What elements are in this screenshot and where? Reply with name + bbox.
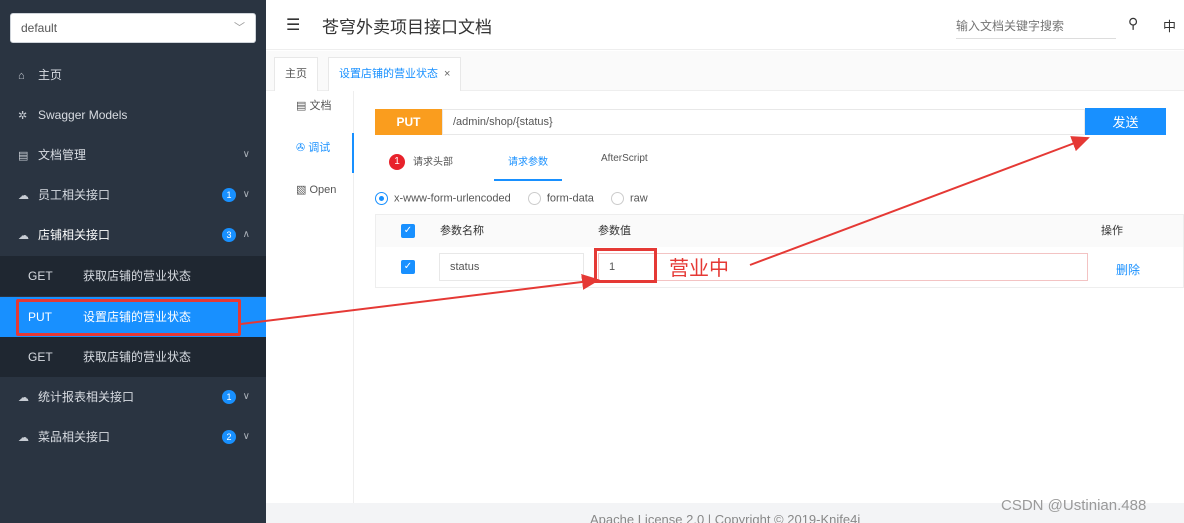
annotation-arrows [240,136,1090,325]
arrow-to-send [749,136,1090,266]
arrow-to-value [240,274,600,325]
footer-text: Apache License 2.0 | Copyright © 2019-Kn… [590,512,861,523]
watermark: CSDN @Ustinian.488 [1001,497,1147,514]
